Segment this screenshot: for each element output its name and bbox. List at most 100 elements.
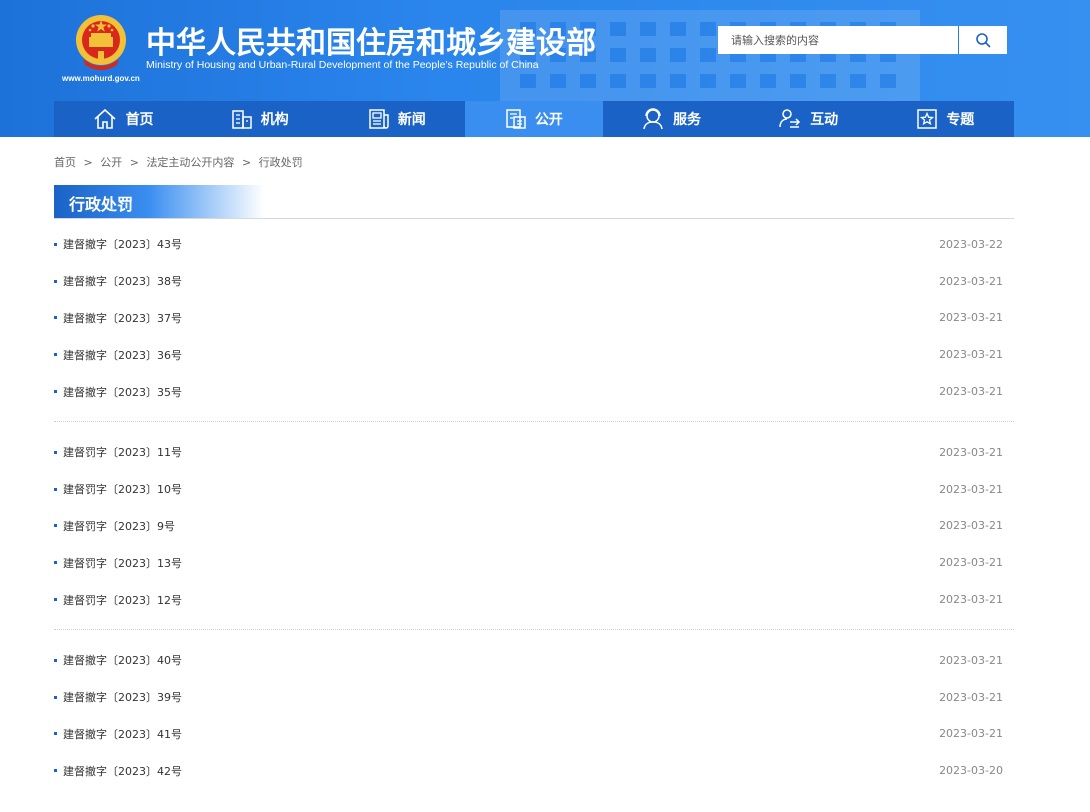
list-item-title[interactable]: 建督撤字〔2023〕43号: [63, 236, 182, 252]
list-item[interactable]: 建督撤字〔2023〕38号 2023-03-21: [54, 263, 1014, 300]
list-item[interactable]: 建督撤字〔2023〕35号 2023-03-21: [54, 373, 1014, 410]
nav-item-open[interactable]: 公开: [465, 101, 603, 137]
list-item-left: 建督罚字〔2023〕9号: [54, 518, 175, 534]
list-item[interactable]: 建督罚字〔2023〕11号 2023-03-21: [54, 434, 1014, 471]
list-item[interactable]: 建督罚字〔2023〕9号 2023-03-21: [54, 508, 1014, 545]
bullet-icon: [54, 658, 57, 662]
nav-label-service: 服务: [673, 112, 702, 128]
bullet-icon: [54, 561, 57, 565]
breadcrumb: 首页 > 公开 > 法定主动公开内容 > 行政处罚: [54, 154, 303, 170]
list-item-left: 建督罚字〔2023〕13号: [54, 555, 182, 571]
list-item[interactable]: 建督撤字〔2023〕36号 2023-03-21: [54, 336, 1014, 373]
list-item[interactable]: 建督罚字〔2023〕10号 2023-03-21: [54, 471, 1014, 508]
list-item[interactable]: 建督罚字〔2023〕13号 2023-03-21: [54, 544, 1014, 581]
section-header: 行政处罚: [54, 185, 1014, 219]
bullet-icon: [54, 769, 57, 773]
site-url: www.mohurd.gov.cn: [62, 74, 140, 83]
bullet-icon: [54, 732, 57, 736]
list-item-date: 2023-03-21: [939, 690, 1003, 704]
search-input[interactable]: [718, 26, 958, 54]
nav-item-topics[interactable]: 专题: [877, 101, 1014, 137]
list-item[interactable]: 建督撤字〔2023〕40号 2023-03-21: [54, 642, 1014, 679]
list-item[interactable]: 建督撤字〔2023〕39号 2023-03-21: [54, 679, 1014, 716]
breadcrumb-open[interactable]: 公开: [100, 156, 122, 169]
breadcrumb-home[interactable]: 首页: [54, 156, 76, 169]
nav-item-news[interactable]: 新闻: [328, 101, 465, 137]
nav-label-home: 首页: [125, 112, 154, 128]
list-item-date: 2023-03-21: [939, 653, 1003, 667]
nav-label-interaction: 互动: [810, 112, 839, 128]
list-item-title[interactable]: 建督罚字〔2023〕9号: [63, 518, 175, 534]
list-item-title[interactable]: 建督撤字〔2023〕36号: [63, 347, 182, 363]
nav-label-topics: 专题: [946, 112, 975, 128]
list-item-left: 建督撤字〔2023〕37号: [54, 310, 182, 326]
list-item-title[interactable]: 建督罚字〔2023〕13号: [63, 555, 182, 571]
list-group: 建督撤字〔2023〕43号 2023-03-22 建督撤字〔2023〕38号 2023…: [54, 226, 1014, 422]
list-item-left: 建督撤字〔2023〕43号: [54, 236, 182, 252]
document-list: 建督撤字〔2023〕43号 2023-03-22 建督撤字〔2023〕38号 2023…: [54, 226, 1014, 812]
list-item-date: 2023-03-21: [939, 348, 1003, 362]
nav-item-interaction[interactable]: 互动: [740, 101, 877, 137]
list-item-title[interactable]: 建督撤字〔2023〕41号: [63, 726, 182, 742]
breadcrumb-separator: >: [241, 156, 252, 169]
nav-item-organization[interactable]: 机构: [191, 101, 328, 137]
interaction-icon: [779, 109, 801, 128]
list-item[interactable]: 建督罚字〔2023〕12号 2023-03-21: [54, 581, 1014, 618]
list-item-left: 建督撤字〔2023〕38号: [54, 273, 182, 289]
list-item-title[interactable]: 建督撤字〔2023〕35号: [63, 384, 182, 400]
list-item-left: 建督撤字〔2023〕39号: [54, 689, 182, 705]
list-item-left: 建督撤字〔2023〕41号: [54, 726, 182, 742]
service-icon: [643, 108, 663, 130]
bullet-icon: [54, 598, 57, 602]
bullet-icon: [54, 524, 57, 528]
bullet-icon: [54, 316, 57, 320]
search-icon: [976, 33, 991, 48]
list-item[interactable]: 建督撤字〔2023〕41号 2023-03-21: [54, 716, 1014, 753]
list-item[interactable]: 建督撤字〔2023〕43号 2023-03-22: [54, 226, 1014, 263]
building-icon: [231, 110, 252, 129]
national-emblem-icon: [76, 15, 126, 70]
search-box: [718, 26, 1007, 54]
nav-label-news: 新闻: [397, 112, 426, 128]
site-title-cn[interactable]: 中华人民共和国住房和城乡建设部: [146, 18, 596, 62]
bullet-icon: [54, 390, 57, 394]
list-group: 建督撤字〔2023〕40号 2023-03-21 建督撤字〔2023〕39号 2023…: [54, 642, 1014, 800]
list-item-left: 建督罚字〔2023〕10号: [54, 481, 182, 497]
documents-icon: [506, 109, 526, 129]
list-item-title[interactable]: 建督撤字〔2023〕39号: [63, 689, 182, 705]
list-item-left: 建督撤字〔2023〕40号: [54, 652, 182, 668]
list-group: 建督罚字〔2023〕11号 2023-03-21 建督罚字〔2023〕10号 2023…: [54, 434, 1014, 630]
list-item-left: 建督罚字〔2023〕12号: [54, 592, 182, 608]
list-item-title[interactable]: 建督罚字〔2023〕10号: [63, 481, 182, 497]
site-header: www.mohurd.gov.cn 中华人民共和国住房和城乡建设部 Minist…: [0, 0, 1090, 137]
list-item-date: 2023-03-21: [939, 593, 1003, 607]
main-nav: 首页 机构 新闻 公开 服务 互动 专题: [54, 101, 1014, 137]
list-item-left: 建督撤字〔2023〕36号: [54, 347, 182, 363]
list-item-title[interactable]: 建督撤字〔2023〕37号: [63, 310, 182, 326]
list-item-title[interactable]: 建督撤字〔2023〕42号: [63, 763, 182, 779]
list-item[interactable]: 建督撤字〔2023〕37号 2023-03-21: [54, 300, 1014, 337]
breadcrumb-separator: >: [83, 156, 93, 169]
nav-item-home[interactable]: 首页: [54, 101, 191, 137]
list-item-title[interactable]: 建督撤字〔2023〕38号: [63, 273, 182, 289]
list-item-date: 2023-03-21: [939, 556, 1003, 570]
list-item-left: 建督罚字〔2023〕11号: [54, 444, 182, 460]
news-icon: [369, 109, 389, 129]
breadcrumb-statutory-content[interactable]: 法定主动公开内容: [146, 156, 234, 169]
list-item-title[interactable]: 建督撤字〔2023〕40号: [63, 652, 182, 668]
list-item-date: 2023-03-20: [939, 764, 1003, 778]
star-icon: [917, 109, 938, 129]
home-icon: [94, 108, 116, 129]
list-item-title[interactable]: 建督罚字〔2023〕12号: [63, 592, 182, 608]
list-item-left: 建督撤字〔2023〕42号: [54, 763, 182, 779]
breadcrumb-current[interactable]: 行政处罚: [259, 156, 303, 169]
list-item-title[interactable]: 建督罚字〔2023〕11号: [63, 444, 182, 460]
list-item-date: 2023-03-21: [939, 311, 1003, 325]
bullet-icon: [54, 695, 57, 699]
search-button[interactable]: [958, 26, 1007, 54]
bullet-icon: [54, 279, 57, 283]
list-item-date: 2023-03-21: [939, 727, 1003, 741]
list-item[interactable]: 建督撤字〔2023〕42号 2023-03-20: [54, 752, 1014, 789]
nav-item-service[interactable]: 服务: [603, 101, 740, 137]
section-title: 行政处罚: [69, 195, 134, 214]
